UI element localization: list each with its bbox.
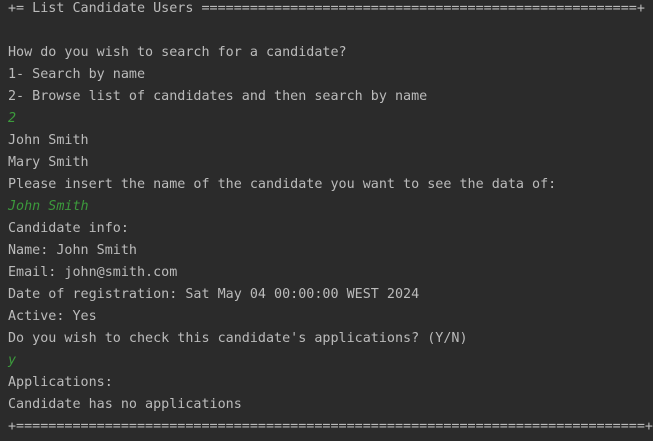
applications-prompt: Do you wish to check this candidate's ap…: [8, 331, 468, 346]
user-input-name: John Smith: [8, 199, 89, 214]
applications-title: Applications:: [8, 375, 113, 390]
candidate-name: Name: John Smith: [8, 243, 137, 258]
user-input-yes-no: y: [8, 353, 17, 368]
footer-banner: +=======================================…: [8, 419, 653, 434]
user-input-choice: 2: [8, 111, 17, 126]
search-prompt: How do you wish to search for a candidat…: [8, 45, 347, 60]
candidate-list-item: Mary Smith: [8, 155, 89, 170]
name-prompt: Please insert the name of the candidate …: [8, 177, 557, 192]
console-output[interactable]: += List Candidate Users ================…: [0, 0, 653, 441]
header-banner: += List Candidate Users ================…: [8, 1, 645, 16]
candidate-list-item: John Smith: [8, 133, 89, 148]
option-browse-list: 2- Browse list of candidates and then se…: [8, 89, 428, 104]
candidate-active-status: Active: Yes: [8, 309, 97, 324]
option-search-by-name: 1- Search by name: [8, 67, 146, 82]
candidate-email: Email: john@smith.com: [8, 265, 178, 280]
candidate-registration-date: Date of registration: Sat May 04 00:00:0…: [8, 287, 420, 302]
applications-empty-message: Candidate has no applications: [8, 397, 242, 412]
candidate-info-title: Candidate info:: [8, 221, 129, 236]
